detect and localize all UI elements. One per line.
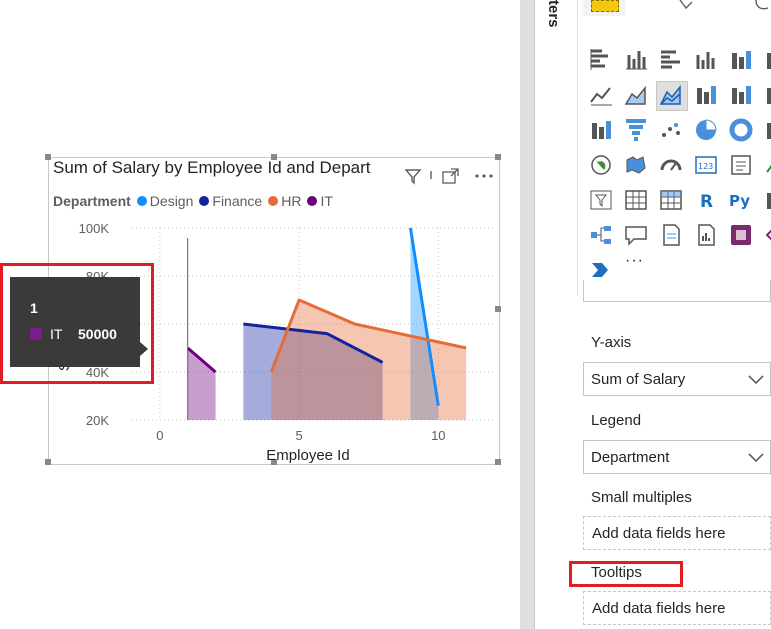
python-visual-icon[interactable]: Py	[728, 187, 754, 213]
y-axis-field[interactable]: Sum of Salary	[583, 362, 771, 396]
pie-chart-icon[interactable]	[693, 117, 719, 143]
slicer-icon[interactable]	[588, 187, 614, 213]
treemap-icon[interactable]	[763, 117, 771, 143]
qa-icon[interactable]	[623, 222, 649, 248]
line-chart-icon[interactable]	[588, 82, 614, 108]
area-chart-icon[interactable]	[623, 82, 649, 108]
y-axis-label: Y-axis	[591, 334, 632, 351]
scatter-chart-icon[interactable]	[658, 117, 684, 143]
card-icon[interactable]: 123	[693, 152, 719, 178]
clustered-bar-chart-icon[interactable]	[658, 47, 684, 73]
svg-text:R: R	[700, 192, 713, 212]
x-axis-well-partial[interactable]	[583, 280, 771, 302]
chevron-down-icon[interactable]	[748, 373, 764, 391]
100-stacked-column-chart-icon[interactable]	[763, 47, 771, 73]
donut-chart-icon[interactable]	[728, 117, 754, 143]
analytics-tab-icon[interactable]	[752, 0, 771, 14]
small-multiples-label: Small multiples	[591, 489, 692, 506]
matrix-icon[interactable]	[658, 187, 684, 213]
tooltips-placeholder: Add data fields here	[592, 600, 726, 617]
build-visual-tab[interactable]	[583, 0, 625, 16]
stacked-bar-chart-icon[interactable]	[588, 47, 614, 73]
paginated-report-icon[interactable]	[693, 222, 719, 248]
clustered-column-chart-icon[interactable]	[693, 47, 719, 73]
filled-map-icon[interactable]	[623, 152, 649, 178]
100-stacked-bar-chart-icon[interactable]	[728, 47, 754, 73]
svg-text:123: 123	[698, 162, 713, 171]
map-icon[interactable]	[588, 152, 614, 178]
y-axis-field-value: Sum of Salary	[591, 371, 686, 388]
legend-field-value: Department	[591, 449, 670, 466]
filters-pane-title: ters	[545, 0, 562, 28]
funnel-chart-icon[interactable]	[623, 117, 649, 143]
power-automate-flow-icon[interactable]	[588, 257, 614, 283]
table-icon[interactable]	[623, 187, 649, 213]
x-axis-title: Employee Id	[266, 447, 349, 464]
smart-narrative-icon[interactable]	[658, 222, 684, 248]
decomposition-tree-icon[interactable]	[588, 222, 614, 248]
y-tick-label: 20K	[86, 413, 109, 428]
small-multiples-placeholder: Add data fields here	[592, 525, 726, 542]
stacked-column-chart-icon[interactable]	[623, 47, 649, 73]
small-multiples-well[interactable]: Add data fields here	[583, 516, 771, 550]
key-influencers-icon[interactable]	[763, 187, 771, 213]
gauge-icon[interactable]	[658, 152, 684, 178]
highlight-box-tooltips	[569, 561, 683, 587]
x-tick-label: 0	[156, 428, 163, 443]
more-visuals-button[interactable]: ···	[625, 252, 644, 270]
format-visual-tab-icon[interactable]	[674, 0, 700, 14]
power-automate-icon[interactable]	[763, 222, 771, 248]
legend-field[interactable]: Department	[583, 440, 771, 474]
stacked-area-chart-icon[interactable]	[658, 82, 684, 108]
x-tick-label: 5	[295, 428, 302, 443]
svg-text:Py: Py	[729, 192, 750, 210]
x-tick-label: 10	[431, 428, 445, 443]
legend-well-label: Legend	[591, 412, 642, 429]
line-and-clustered-column-icon[interactable]	[728, 82, 754, 108]
pane-splitter[interactable]	[520, 0, 534, 629]
tooltips-well[interactable]: Add data fields here	[583, 591, 771, 625]
chevron-down-icon[interactable]	[748, 451, 764, 469]
line-and-stacked-column-icon[interactable]	[693, 82, 719, 108]
filters-pane-collapsed[interactable]: ters	[545, 0, 568, 60]
kpi-icon[interactable]	[763, 152, 771, 178]
highlight-box-tooltip	[0, 263, 154, 384]
waterfall-chart-icon[interactable]	[588, 117, 614, 143]
visual-gallery	[577, 0, 771, 296]
r-visual-icon[interactable]: R	[693, 187, 719, 213]
y-tick-label: 100K	[79, 221, 110, 236]
multi-row-card-icon[interactable]	[728, 152, 754, 178]
power-apps-icon[interactable]	[728, 222, 754, 248]
ribbon-chart-icon[interactable]	[763, 82, 771, 108]
